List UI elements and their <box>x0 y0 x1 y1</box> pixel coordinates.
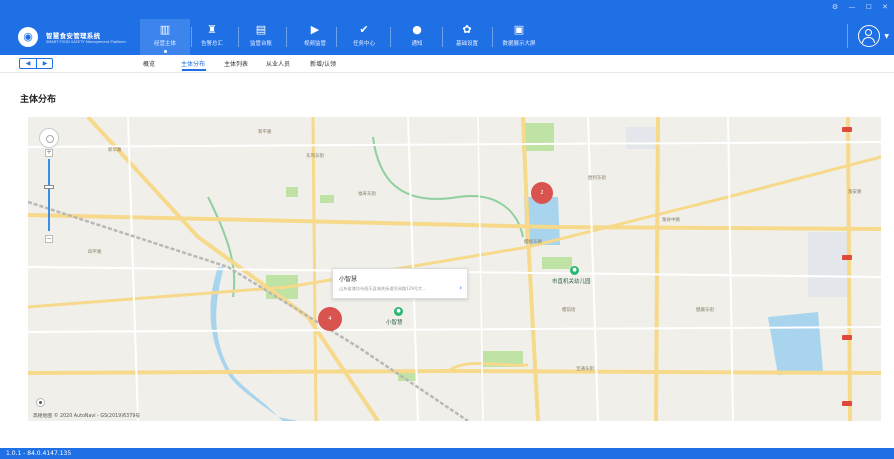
cluster-marker[interactable]: 2 <box>531 182 553 204</box>
maximize-icon[interactable]: ☐ <box>866 3 872 11</box>
nav-label: 任务中心 <box>352 41 375 47</box>
sub-nav: ◀ ▶ 概览 主体分布 主体列表 从业人员 新增/认领 <box>0 55 894 73</box>
cluster-marker[interactable]: 4 <box>318 307 342 331</box>
chevron-right-icon[interactable]: › <box>459 284 462 292</box>
chevron-down-icon[interactable]: ▼ <box>884 33 889 40</box>
brand-subtitle: SMART FOOD SAFETY Management Platform <box>46 40 126 44</box>
map-copyright: 高德地图 © 2020 AutoNavi - GS(2019)6379号 <box>33 414 141 419</box>
popup-address: 山东省潍坊市昌乐县城关街道恒洲路129号大... <box>339 286 427 291</box>
poi-label: 小智慧 <box>386 320 403 326</box>
road-label: 胜利东街 <box>588 176 606 181</box>
tab-staff[interactable]: 从业人员 <box>266 59 290 68</box>
nav-item-settings[interactable]: ✿ 基础设置 <box>442 19 492 55</box>
poi-label: 市直机关幼儿园 <box>552 279 591 285</box>
task-icon: ✔ <box>359 23 369 36</box>
dashboard-icon: ▣ <box>513 23 525 36</box>
road-label: 和平路 <box>258 130 272 135</box>
nav-item-entities[interactable]: ▥ 经营主体 <box>140 19 190 55</box>
poi-popup[interactable]: 小智慧 山东省潍坊市昌乐县城关街道恒洲路129号大... › <box>332 268 468 299</box>
road-shield-icon <box>842 335 852 340</box>
top-bar: ◉ 智慧食安管理系统 SMART FOOD SAFETY Management … <box>0 0 894 55</box>
nav-item-alarms[interactable]: ♜ 告警总汇 <box>187 19 237 55</box>
poi-icon[interactable]: ● <box>394 307 403 316</box>
road-label: 潍安路 <box>848 190 862 195</box>
building-icon: ▥ <box>159 23 171 36</box>
nav-item-ledger[interactable]: ▤ 监管台账 <box>236 19 286 55</box>
logo-icon: ◉ <box>18 27 38 47</box>
locate-icon[interactable] <box>36 398 45 407</box>
road-label: 宝通东街 <box>576 367 594 372</box>
road-shield-icon <box>842 127 852 132</box>
nav-item-notice[interactable]: ● 通知 <box>392 19 442 55</box>
zoom-track[interactable] <box>48 159 50 231</box>
nav-label: 通知 <box>411 41 423 47</box>
road-label: 潍县中路 <box>662 218 680 223</box>
road-label: 樱桃东路 <box>524 240 542 245</box>
zoom-in-button[interactable]: + <box>45 149 53 157</box>
minimize-icon[interactable]: — <box>848 3 855 11</box>
map-view[interactable]: + − 东风东街 福寿东街 胜利东街 樱桃东路 宝通东街 潍安路 新华路 和平路… <box>28 117 881 421</box>
road-label: 东风东街 <box>306 154 324 159</box>
user-avatar-icon[interactable] <box>858 25 880 47</box>
nav-item-tasks[interactable]: ✔ 任务中心 <box>339 19 389 55</box>
nav-item-video[interactable]: ▶ 视频监管 <box>290 19 340 55</box>
popup-title: 小智慧 <box>339 276 358 283</box>
prev-page-button[interactable]: ◀ <box>20 59 36 68</box>
road-label: 樱前街 <box>562 308 576 313</box>
ledger-icon: ▤ <box>255 23 267 36</box>
window-controls: ⚙ — ☐ ✕ <box>824 3 888 11</box>
road-label: 新华路 <box>108 148 122 153</box>
gear-icon: ✿ <box>462 23 472 36</box>
road-label: 健康东街 <box>696 308 714 313</box>
page-title: 主体分布 <box>20 95 57 105</box>
nav-label: 视频监管 <box>303 41 326 47</box>
active-tab-indicator <box>182 69 206 71</box>
next-page-button[interactable]: ▶ <box>37 59 53 68</box>
nav-label: 基础设置 <box>455 41 478 47</box>
tab-distribution[interactable]: 主体分布 <box>181 59 205 68</box>
nav-label: 监管台账 <box>249 41 272 47</box>
page-switcher: ◀ ▶ <box>19 58 53 69</box>
version-text: 1.0.1 - 84.0.4147.135 <box>6 450 72 457</box>
road-shield-icon <box>842 255 852 260</box>
road-shield-icon <box>842 401 852 406</box>
video-icon: ▶ <box>310 23 320 36</box>
zoom-out-button[interactable]: − <box>45 235 53 243</box>
close-icon[interactable]: ✕ <box>882 3 888 11</box>
tab-entity-list[interactable]: 主体列表 <box>224 59 248 68</box>
nav-label: 数据展示大屏 <box>502 41 536 47</box>
road-label: 四平路 <box>88 250 102 255</box>
nav-label: 告警总汇 <box>200 41 223 47</box>
poi-icon[interactable]: ● <box>570 266 579 275</box>
road-label: 福寿东街 <box>358 192 376 197</box>
tab-overview[interactable]: 概览 <box>143 59 155 68</box>
tab-add-claim[interactable]: 新增/认领 <box>310 59 336 68</box>
brand-name: 智慧食安管理系统 <box>46 32 101 40</box>
compass-icon[interactable] <box>39 128 59 148</box>
zoom-slider-handle[interactable] <box>44 185 54 189</box>
nav-label: 经营主体 <box>153 41 176 47</box>
notice-icon: ● <box>412 23 422 36</box>
nav-item-dashboard[interactable]: ▣ 数据展示大屏 <box>494 19 544 55</box>
active-dot <box>164 50 167 53</box>
settings-icon[interactable]: ⚙ <box>832 3 838 11</box>
alarm-icon: ♜ <box>207 23 217 36</box>
status-bar: 1.0.1 - 84.0.4147.135 <box>0 448 894 459</box>
